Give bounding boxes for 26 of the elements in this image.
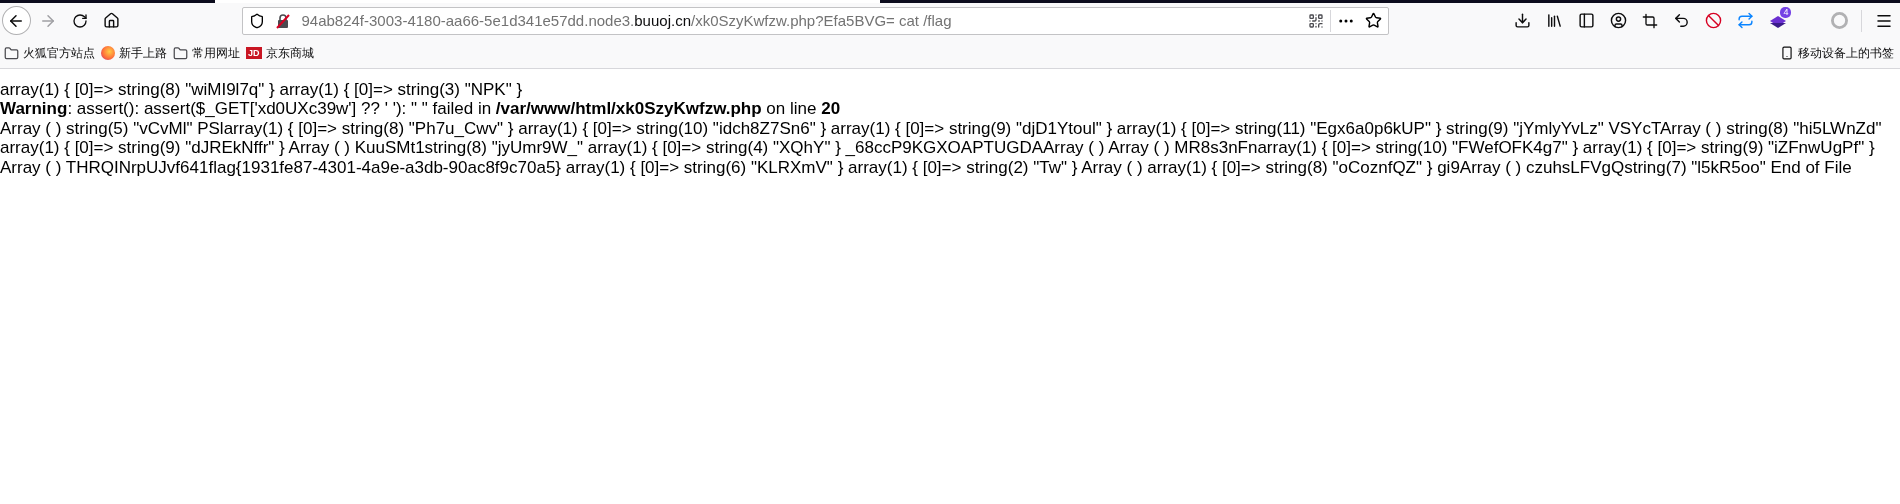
output-text: Warning: assert(): assert($_GET['xd0UXc39w'] ?? ' '): " " failed in /var/www/html/xk0SzyKwfzw.php on line 20	[0, 99, 842, 119]
back-button[interactable]	[2, 6, 31, 35]
address-bar[interactable]: 94ab824f-3003-4180-aa66-5e1d341e57dd.node3.buuoj.cn/xk0SzyKwfzw.php?Efa5BVG= cat /flag	[242, 6, 1390, 35]
star-icon[interactable]	[1365, 12, 1383, 29]
bookmark-item[interactable]: JD 京东商城	[246, 44, 320, 62]
count-badge: 4	[1780, 6, 1792, 18]
phone-icon	[1780, 46, 1794, 60]
home-icon	[103, 12, 120, 29]
shield-icon	[249, 12, 266, 29]
reload-icon	[71, 12, 88, 29]
mobile-bookmarks[interactable]: 移动设备上的书签	[1780, 44, 1900, 62]
bookmark-item[interactable]: 新手上路	[101, 44, 173, 62]
folder-icon	[173, 45, 188, 61]
bookmark-item[interactable]: 火狐官方站点	[4, 44, 101, 62]
output-text: array(1) { [0]=> string(9) "dJREkNffr" } Array ( ) KuuSMt1string(8) "jyUmr9W_" array(1) { [0]=> string(4) "XQhY" } _68ccP9KGXOAPTUGDAArray ( ) Array ( ) MR8s3nFnarray(1) { [0]=> string(10) "FWefOFK4g7" } array(1) { [0]=> string(9) "iZFnwUgPf" }	[0, 138, 1876, 158]
url-text: 94ab824f-3003-4180-aa66-5e1d341e57dd.node3.buuoj.cn/xk0SzyKwfzw.php?Efa5BVG= cat /flag	[301, 12, 953, 29]
crossed-lock-icon	[275, 12, 292, 29]
output-text: Array ( ) THRQINrpUJvf641flag{1931fe87-4301-4a9e-a3db-90ac8f9c70a5} array(1) { [0]=> string(6) "KLRXmV" } array(1) { [0]=> string(2) "Tw" } Array ( ) array(1) { [0]=> string(8) "oCoznfQZ" } gi9Array ( ) czuhsLFVgQstring(7) "l5kR5oo" End of File	[0, 157, 1853, 178]
firefox-logo-icon	[101, 46, 115, 60]
jd-logo: JD	[246, 47, 262, 59]
extension-button[interactable]: 4	[1761, 6, 1794, 35]
bookmark-item[interactable]: 常用网址	[173, 44, 246, 62]
folder-icon	[4, 45, 19, 61]
output-text: array(1) { [0]=> string(8) "wiMI9l7q" } array(1) { [0]=> string(3) "NPK" }	[0, 80, 524, 100]
output-text: Array ( ) string(5) "vCvMl" PSlarray(1) { [0]=> string(8) "Ph7u_Cwv" } array(1) { [0]=> string(10) "idch8Z7Sn6" } array(1) { [0]=> string(9) "djD1Ytoul" } array(1) { [0]=> string(11) "Egx6a0p6kUP" } string(9) "jYmlyYvLz" VSYcTArray ( ) string(8) "hi5LWnZd"	[0, 118, 1883, 139]
qr-code-icon[interactable]	[1308, 12, 1325, 29]
